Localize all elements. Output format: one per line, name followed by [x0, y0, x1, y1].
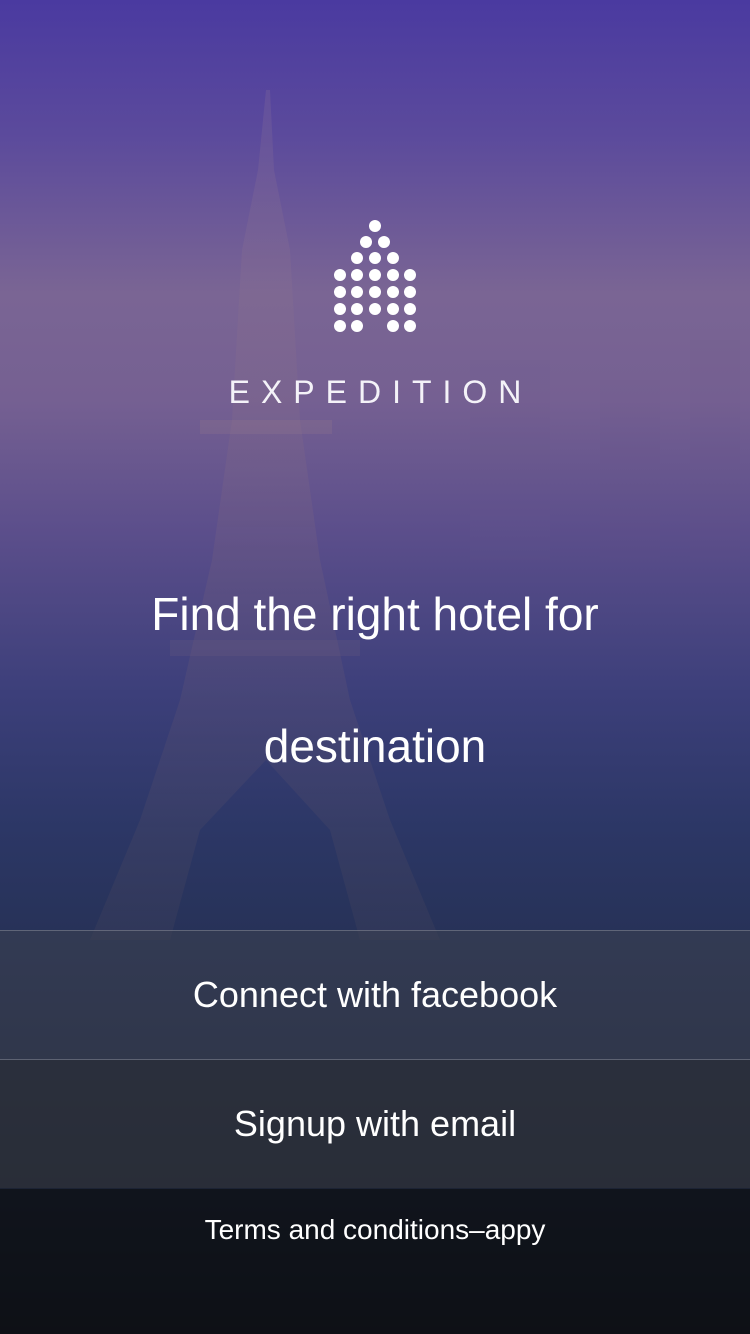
connect-facebook-button[interactable]: Connect with facebook: [0, 930, 750, 1060]
hero-headline: Find the right hotel for destination: [60, 548, 690, 812]
footer-bar: [0, 1189, 750, 1334]
brand-name: EXPEDITION: [228, 374, 533, 410]
terms-link[interactable]: Terms and conditions–appy: [0, 1214, 750, 1246]
signup-email-button[interactable]: Signup with email: [0, 1060, 750, 1188]
headline-line-2: destination: [263, 720, 487, 772]
onboarding-screen: EXPEDITION Find the right hotel for dest…: [0, 0, 750, 1334]
hotel-dots-icon: [334, 220, 416, 332]
headline-line-1: Find the right hotel for: [151, 588, 599, 640]
